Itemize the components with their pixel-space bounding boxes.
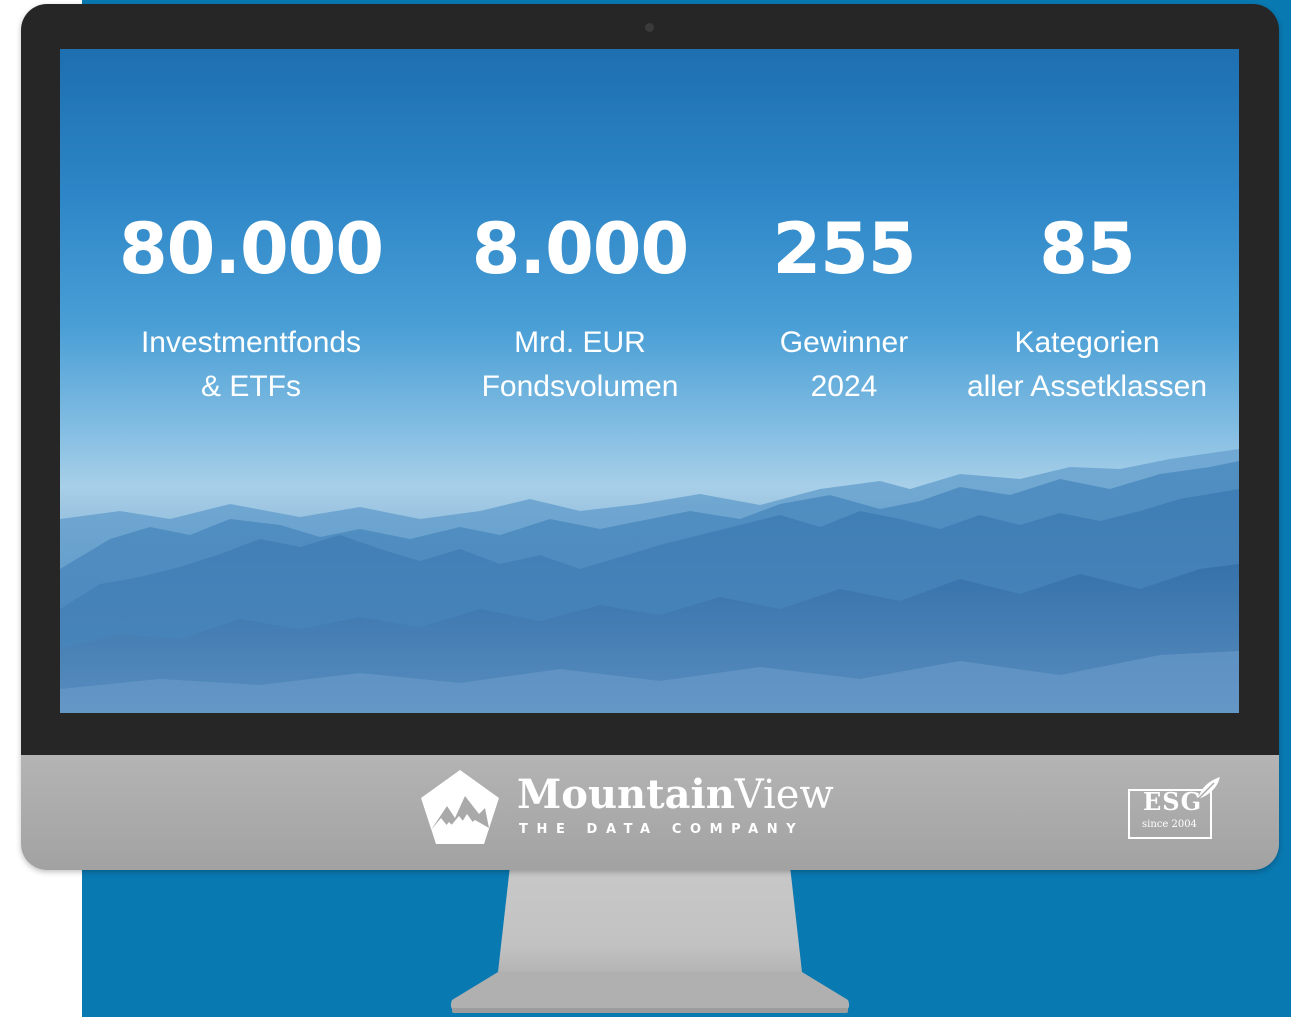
stat-label-line: 2024 [810, 370, 878, 403]
stat-label-line: Mrd. EUR [514, 326, 646, 359]
stat-volume: 8.000 Mrd. EUR Fondsvolumen [440, 209, 720, 409]
mountain-pentagon-icon [421, 770, 499, 844]
monitor-bezel: 80.000 Investmentfonds & ETFs 8.000 Mrd.… [21, 4, 1279, 755]
page: 80.000 Investmentfonds & ETFs 8.000 Mrd.… [0, 0, 1291, 1017]
esg-badge-title: ESG [1143, 787, 1203, 816]
stat-number: 85 [1039, 208, 1135, 290]
monitor-screen: 80.000 Investmentfonds & ETFs 8.000 Mrd.… [60, 49, 1239, 713]
stat-label: Kategorien aller Assetklassen [946, 321, 1228, 409]
logo-tagline: THE DATA COMPANY [519, 822, 805, 837]
logo-name-light: View [734, 772, 834, 818]
stat-label: Mrd. EUR Fondsvolumen [440, 321, 720, 409]
stat-label-line: Fondsvolumen [481, 370, 679, 403]
stat-number: 8.000 [471, 208, 689, 290]
logo-wordmark: MountainView [517, 771, 834, 819]
stat-label-line: & ETFs [200, 370, 301, 403]
logo-name-bold: Mountain [517, 771, 735, 818]
monitor: 80.000 Investmentfonds & ETFs 8.000 Mrd.… [21, 4, 1279, 870]
esg-badge-subtitle: since 2004 [1142, 819, 1197, 830]
stat-label: Investmentfonds & ETFs [92, 321, 410, 409]
stat-categories: 85 Kategorien aller Assetklassen [946, 209, 1228, 409]
stat-label-line: Gewinner [779, 326, 909, 359]
stat-winners: 255 Gewinner 2024 [744, 209, 944, 409]
camera-dot [645, 23, 654, 32]
stat-number: 255 [772, 208, 916, 290]
esg-badge: ESG since 2004 [1128, 777, 1222, 839]
stat-label-line: Kategorien [1014, 326, 1160, 359]
stat-label: Gewinner 2024 [744, 321, 944, 409]
stat-number: 80.000 [118, 208, 384, 290]
stat-funds: 80.000 Investmentfonds & ETFs [92, 209, 410, 409]
stat-label-line: Investmentfonds [140, 326, 362, 359]
stat-label-line: aller Assetklassen [966, 370, 1208, 403]
